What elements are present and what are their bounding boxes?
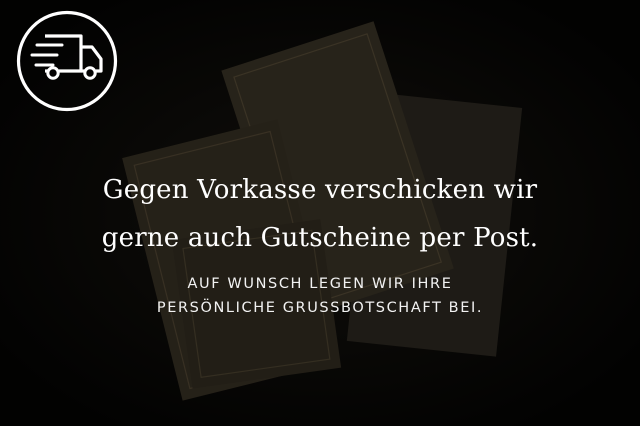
subline-line-2: PERSÖNLICHE GRUSSBOTSCHAFT BEI. bbox=[156, 300, 484, 316]
promo-banner: Gegen Vorkasse verschicken wir gerne auc… bbox=[0, 0, 640, 426]
subline-line-1: AUF WUNSCH LEGEN WIR IHRE bbox=[187, 276, 453, 292]
delivery-truck-icon bbox=[16, 10, 118, 112]
headline-line-2: gerne auch Gutscheine per Post. bbox=[101, 223, 539, 253]
headline-line-1: Gegen Vorkasse verschicken wir bbox=[102, 175, 538, 205]
